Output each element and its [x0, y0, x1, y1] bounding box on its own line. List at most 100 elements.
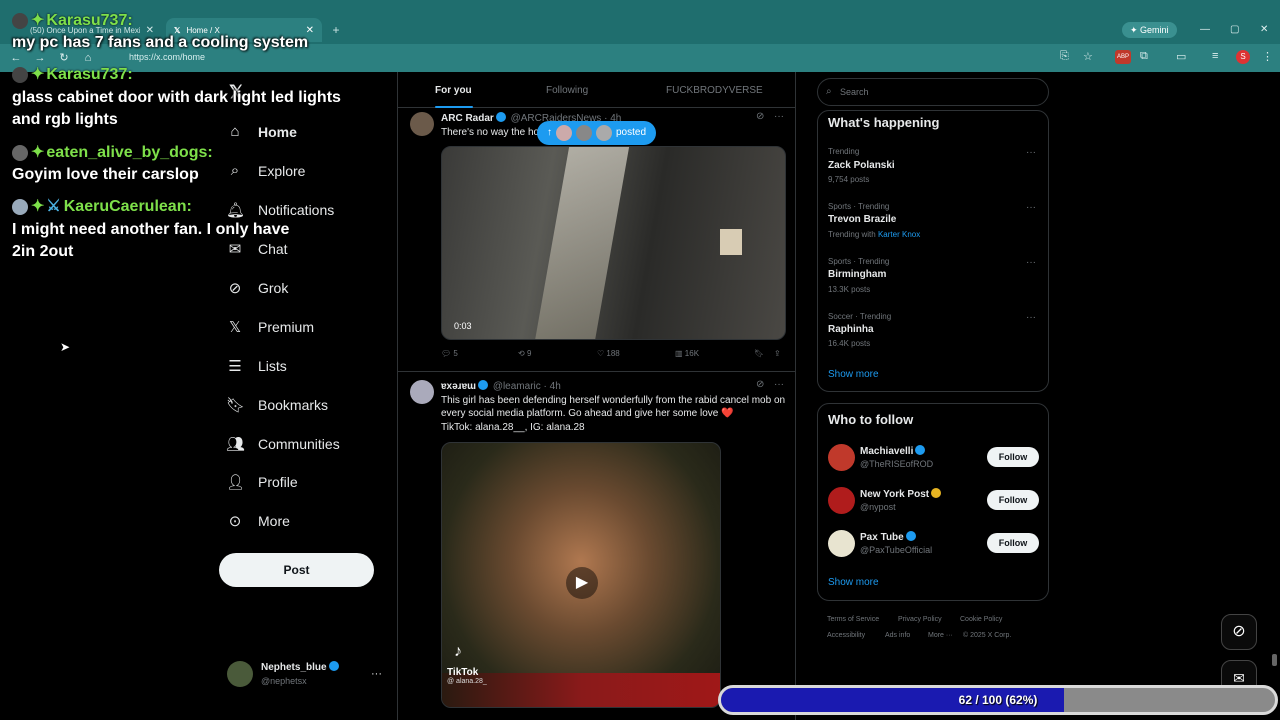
follow-handle: @PaxTubeOfficial — [860, 545, 933, 555]
timeline-tabs: For you Following FUCKBRODYVERSE — [398, 72, 795, 108]
profile-avatar[interactable]: S — [1236, 50, 1250, 64]
account-switcher[interactable]: Nephets_blue — [261, 661, 341, 673]
adblock-extension-icon[interactable]: ABP — [1115, 50, 1131, 64]
cast-icon[interactable]: ▭ — [1176, 50, 1186, 63]
follow-handle: @nypost — [860, 502, 896, 512]
follow-name[interactable]: New York Post — [860, 488, 943, 500]
tweet-video[interactable]: 0:03 — [441, 146, 786, 340]
account-menu-icon[interactable]: ··· — [371, 668, 382, 680]
avatar[interactable] — [828, 444, 855, 471]
account-name: Nephets_blue — [261, 662, 327, 673]
footer-link[interactable]: Privacy Policy — [898, 616, 942, 623]
minimize-icon[interactable]: — — [1200, 24, 1210, 35]
trend-link[interactable]: Karter Knox — [878, 230, 920, 239]
footer-link[interactable]: Cookie Policy — [960, 616, 1002, 623]
footer-link[interactable]: More ··· — [928, 632, 953, 639]
repost-button[interactable]: ⟲ 9 — [518, 349, 531, 358]
show-more-link[interactable]: Show more — [828, 577, 879, 588]
follow-name[interactable]: Pax Tube — [860, 531, 918, 543]
play-icon[interactable]: ▶ — [566, 567, 598, 599]
share-icon[interactable]: ⇪ — [774, 349, 781, 358]
tab-fuckbrodyverse[interactable]: FUCKBRODYVERSE — [666, 85, 763, 96]
sidebar-item-more[interactable]: ⊙ More — [226, 512, 290, 530]
tweet-more-icon[interactable]: ··· — [774, 379, 784, 390]
tweet-video[interactable]: ▶ ♪ TikTok @ alana.28_ — [441, 442, 721, 708]
media-icon[interactable]: ≡ — [1212, 50, 1218, 62]
sidebar-item-notifications[interactable]: 🔔︎ Notifications — [226, 201, 334, 219]
trend-more-icon[interactable]: ··· — [1026, 147, 1036, 158]
bookmark-icon[interactable]: 🔖︎ — [754, 349, 764, 358]
trend-meta: Sports · Trending — [828, 257, 890, 266]
trend-meta: Trending — [828, 147, 860, 156]
extensions-icon[interactable]: ⧉ — [1140, 50, 1148, 63]
new-posts-pill[interactable]: ↑ posted — [537, 121, 657, 145]
install-app-icon[interactable]: ⎘ — [1060, 50, 1069, 63]
post-button[interactable]: Post — [219, 553, 374, 587]
gemini-label: Gemini — [1140, 25, 1169, 35]
verified-badge-icon — [915, 445, 926, 455]
sidebar-item-communities[interactable]: 👥︎ Communities — [226, 435, 340, 453]
sidebar-item-lists[interactable]: ☰ Lists — [226, 357, 287, 375]
maximize-icon[interactable]: ▢ — [1230, 24, 1239, 35]
verified-badge-icon — [931, 488, 942, 498]
follow-button[interactable]: Follow — [987, 490, 1039, 510]
close-window-icon[interactable]: ✕ — [1260, 24, 1268, 35]
menu-dots-icon[interactable]: ⋮ — [1262, 50, 1273, 63]
footer-link[interactable]: Accessibility — [827, 632, 865, 639]
sidebar-item-grok[interactable]: ⊘ Grok — [226, 279, 289, 297]
trend-more-icon[interactable]: ··· — [1026, 257, 1036, 268]
trend-item[interactable]: Raphinha — [828, 324, 874, 335]
bookmark-star-icon[interactable]: ☆ — [1083, 50, 1093, 63]
avatar[interactable] — [828, 487, 855, 514]
trend-more-icon[interactable]: ··· — [1026, 312, 1036, 323]
sword-icon: ⚔ — [46, 198, 61, 215]
chat-username: KaeruCaerulean: — [63, 198, 192, 215]
chat-user: ✦ eaten_alive_by_dogs: — [12, 142, 213, 162]
sidebar-item-premium[interactable]: 𝕏 Premium — [226, 318, 314, 336]
trend-sub: Trending with Karter Knox — [828, 230, 920, 239]
tab-for-you[interactable]: For you — [435, 85, 472, 96]
like-button[interactable]: ♡ 188 — [597, 349, 620, 358]
gemini-button[interactable]: ✦ Gemini — [1122, 22, 1177, 38]
views-button[interactable]: ▥ 16K — [675, 349, 699, 358]
sidebar-item-profile[interactable]: 👤︎ Profile — [226, 473, 298, 491]
avatar[interactable] — [828, 530, 855, 557]
avatar[interactable] — [227, 661, 253, 687]
tiktok-logo-icon: ♪ — [454, 643, 462, 660]
tweet-author[interactable]: ɐxǝɹɐɯ @leamaric · 4h — [441, 380, 561, 392]
trend-more-icon[interactable]: ··· — [1026, 202, 1036, 213]
repost-icon: ⟲ — [518, 349, 525, 358]
search-input[interactable]: ⌕ Search — [817, 78, 1049, 106]
badge-icon: ✦ — [31, 198, 45, 215]
trend-count: 13.3K posts — [828, 285, 871, 294]
x-icon: 𝕏 — [228, 319, 242, 336]
sidebar-item-bookmarks[interactable]: 🔖︎ Bookmarks — [226, 396, 328, 414]
follow-button[interactable]: Follow — [987, 533, 1039, 553]
reply-button[interactable]: 💬︎ 5 — [441, 349, 458, 358]
grok-icon[interactable]: ⊘ — [756, 379, 764, 390]
footer-link[interactable]: Terms of Service — [827, 616, 879, 623]
tab-following[interactable]: Following — [546, 85, 588, 96]
sidebar-item-label: More — [258, 513, 290, 529]
grok-icon[interactable]: ⊘ — [756, 111, 764, 122]
follow-button[interactable]: Follow — [987, 447, 1039, 467]
show-more-link[interactable]: Show more — [828, 369, 879, 380]
scrollbar-thumb[interactable] — [1272, 654, 1277, 666]
repost-count: 9 — [526, 349, 532, 358]
follow-name-text: Machiavelli — [860, 446, 914, 457]
grok-float-icon[interactable]: ⊘ — [1221, 614, 1257, 650]
trend-item[interactable]: Zack Polanski — [828, 160, 895, 171]
tweet-more-icon[interactable]: ··· — [774, 111, 784, 122]
search-icon: ⌕ — [826, 86, 832, 97]
trend-item[interactable]: Trevon Brazile — [828, 214, 896, 225]
trend-item[interactable]: Birmingham — [828, 269, 886, 280]
active-tab-indicator — [435, 106, 473, 108]
avatar[interactable] — [410, 380, 434, 404]
arrow-up-icon: ↑ — [547, 127, 552, 138]
avatar[interactable] — [410, 112, 434, 136]
sidebar-item-label: Premium — [258, 319, 315, 335]
timeline: For you Following FUCKBRODYVERSE ARC Rad… — [397, 72, 796, 720]
mouse-cursor-icon: ➤ — [60, 340, 71, 354]
footer-link[interactable]: Ads info — [885, 632, 910, 639]
follow-name[interactable]: Machiavelli — [860, 445, 927, 457]
